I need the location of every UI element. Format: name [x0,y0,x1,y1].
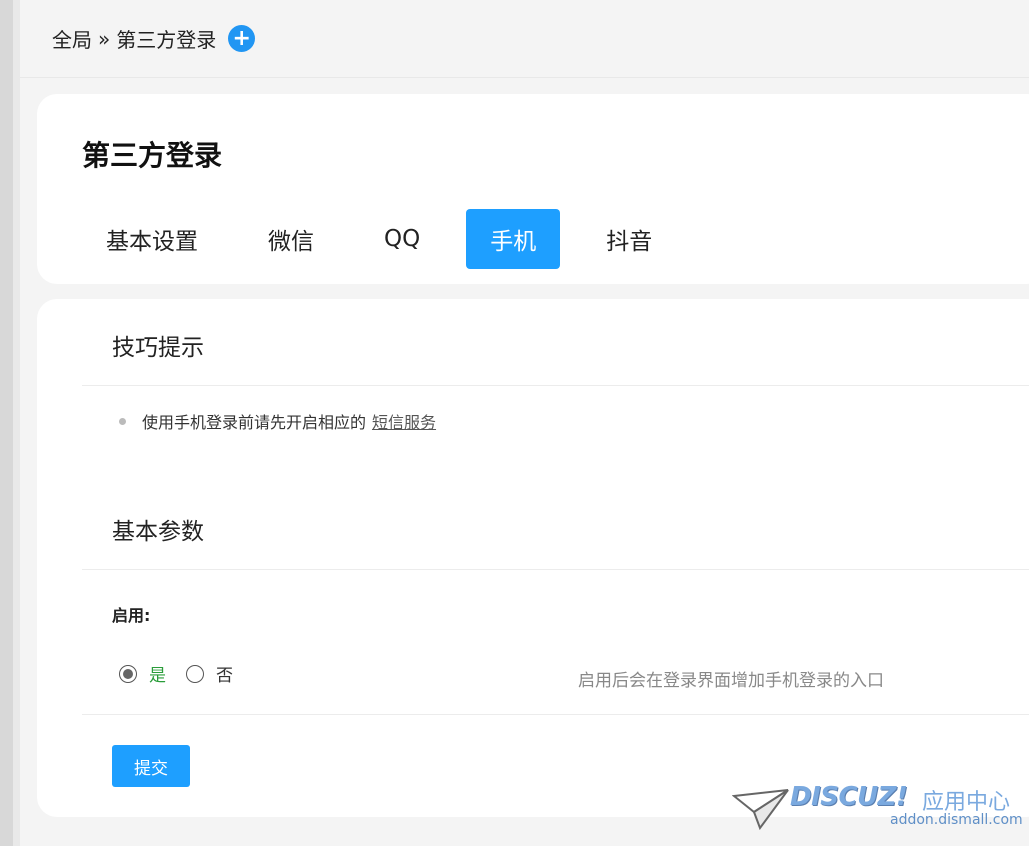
divider [82,385,1029,386]
top-header: 全局 » 第三方登录 + [20,0,1029,78]
breadcrumb-root[interactable]: 全局 [52,24,92,53]
enable-radio-group: 是 否 [119,661,233,686]
tab-basic-settings[interactable]: 基本设置 [82,209,222,269]
enable-field-label: 启用: [112,606,151,625]
submit-button[interactable]: 提交 [112,745,190,787]
title-card: 第三方登录 基本设置 微信 QQ 手机 抖音 [37,94,1029,284]
watermark-brand: DISCUZ! [790,782,908,812]
enable-help-text: 启用后会在登录界面增加手机登录的入口 [578,671,884,691]
tab-douyin[interactable]: 抖音 [582,209,676,269]
watermark: DISCUZ! 应用中心 addon.dismall.com [732,782,1023,834]
tip-text: 使用手机登录前请先开启相应的 [142,413,367,432]
bullet-icon [119,417,126,425]
divider [82,714,1029,715]
params-section-title: 基本参数 [112,519,204,545]
page-title: 第三方登录 [82,139,223,172]
settings-card: 技巧提示 使用手机登录前请先开启相应的 短信服务 基本参数 启用: 是 否 启用… [37,299,1029,817]
breadcrumb: 全局 » 第三方登录 [52,24,216,53]
paper-plane-icon [732,789,789,830]
divider [82,569,1029,570]
left-sidebar-edge [0,0,20,846]
watermark-url: addon.dismall.com [890,812,1023,828]
tip-item: 使用手机登录前请先开启相应的 短信服务 [119,409,436,433]
plus-icon: + [232,25,251,51]
tab-qq[interactable]: QQ [360,209,444,269]
radio-no[interactable] [186,664,204,683]
sms-service-link[interactable]: 短信服务 [372,409,436,433]
add-shortcut-button[interactable]: + [228,25,256,52]
radio-yes-label[interactable]: 是 [149,661,166,686]
breadcrumb-separator: » [98,26,111,51]
tab-phone[interactable]: 手机 [466,209,561,269]
radio-no-label[interactable]: 否 [216,661,233,686]
breadcrumb-current: 第三方登录 [116,28,217,52]
radio-yes[interactable] [119,664,137,683]
tips-section-title: 技巧提示 [112,335,204,361]
tab-bar: 基本设置 微信 QQ 手机 抖音 [82,209,698,269]
tab-wechat[interactable]: 微信 [244,209,338,269]
